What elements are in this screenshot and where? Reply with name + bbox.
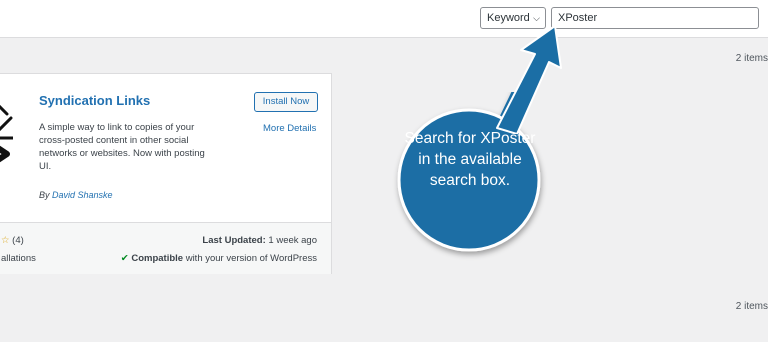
author-prefix: By [39, 190, 53, 200]
rating-count: (4) [12, 235, 24, 246]
plugin-card-body: Syndication Links A simple way to link t… [0, 74, 331, 222]
star-icon: ☆ [1, 235, 10, 246]
items-count-bottom: 2 items [735, 301, 768, 312]
active-installs: allations [1, 253, 36, 264]
last-updated: Last Updated: 1 week ago [202, 235, 317, 246]
compatibility-status: ✔ Compatible with your version of WordPr… [121, 253, 317, 264]
plugin-card-footer: ☆ (4) allations Last Updated: 1 week ago… [0, 222, 331, 274]
compat-text: with your version of WordPress [185, 253, 317, 264]
items-count: 2 items [735, 53, 768, 64]
plugin-author: By David Shanske [39, 190, 113, 200]
search-toolbar: Keyword ⌵ [0, 0, 768, 38]
search-type-value: Keyword [487, 12, 530, 24]
author-link[interactable]: David Shanske [52, 190, 113, 200]
compat-label: Compatible [131, 253, 184, 264]
plugin-card: Syndication Links A simple way to link t… [0, 73, 332, 274]
plugin-logo-icon [0, 104, 13, 163]
last-updated-label: Last Updated: [202, 235, 266, 246]
checkmark-icon: ✔ [120, 253, 129, 264]
last-updated-value: 1 week ago [268, 235, 317, 246]
plugin-description: A simple way to link to copies of your c… [39, 122, 205, 172]
plugin-rating: ☆ (4) [1, 235, 24, 246]
pointer-arrow-icon [496, 25, 562, 134]
more-details-link[interactable]: More Details [263, 123, 316, 134]
plugin-title[interactable]: Syndication Links [39, 93, 150, 108]
callout-text: Search for XPoster in the available sear… [404, 130, 536, 189]
install-now-button[interactable]: Install Now [254, 92, 318, 112]
plugin-search-input[interactable] [551, 7, 759, 29]
